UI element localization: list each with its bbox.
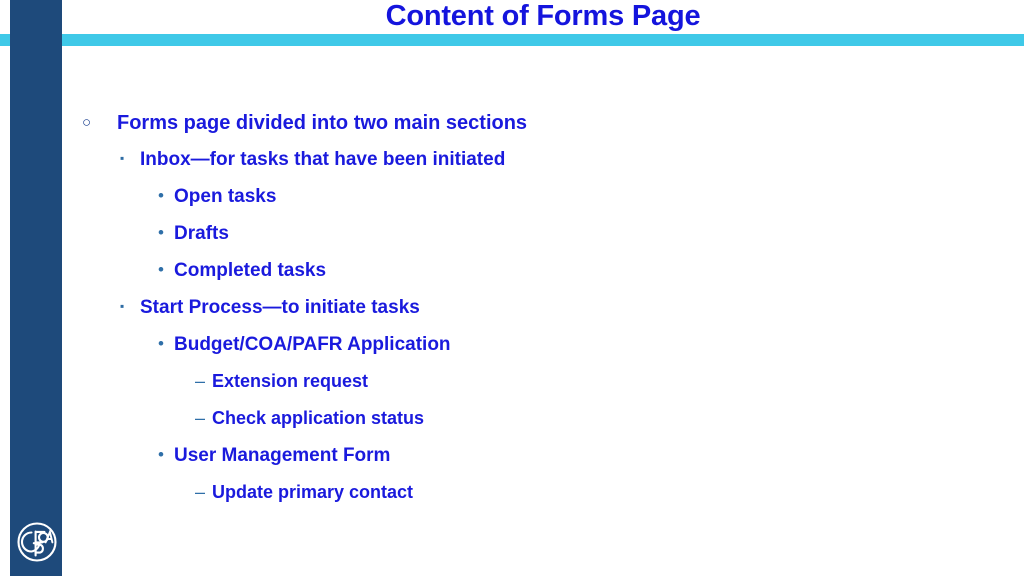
bullet-item-level-1: ○ Forms page divided into two main sectio… [0, 112, 1024, 149]
bullet-text: Check application status [212, 408, 425, 428]
bullet-marker-icon: – [195, 408, 206, 428]
page-title: Content of Forms Page [385, 0, 701, 32]
bullet-item-level-2: ▪ Start Process—to initiate tasks [0, 297, 1024, 334]
bullet-text: Update primary contact [212, 482, 414, 502]
gfoa-logo-mark [17, 522, 57, 562]
bullet-marker-icon: ▪ [120, 151, 125, 165]
bullet-item-level-3: • Completed tasks [0, 260, 1024, 297]
bullet-text: Budget/COA/PAFR Application [174, 334, 451, 355]
bullet-item-level-3: • Budget/COA/PAFR Application [0, 334, 1024, 371]
bullet-marker-icon: – [195, 371, 206, 391]
bullet-marker-icon: • [158, 445, 164, 464]
bullet-marker-icon: – [195, 482, 206, 502]
bullet-text: Completed tasks [174, 260, 327, 281]
bullet-marker-icon: ▪ [120, 299, 125, 313]
bullet-marker-icon: • [158, 260, 164, 279]
bullet-text: User Management Form [174, 445, 391, 466]
accent-bar-decoration [0, 34, 1024, 46]
bullet-text: Extension request [212, 371, 369, 391]
bullet-marker-icon: • [158, 223, 164, 242]
bullet-item-level-3: • User Management Form [0, 445, 1024, 482]
bullet-text: Forms page divided into two main section… [117, 112, 528, 134]
bullet-text: Inbox—for tasks that have been initiated [140, 149, 506, 170]
gfoa-logo [14, 519, 60, 565]
bullet-item-level-3: • Open tasks [0, 186, 1024, 223]
bullet-text: Open tasks [174, 186, 277, 207]
bullet-item-level-3: • Drafts [0, 223, 1024, 260]
bullet-item-level-4: – Check application status [0, 408, 1024, 445]
bullet-text: Drafts [174, 223, 229, 244]
bullet-item-level-2: ▪ Inbox—for tasks that have been initiate… [0, 149, 1024, 186]
bullet-item-level-4: – Update primary contact [0, 482, 1024, 519]
bullet-marker-icon: • [158, 186, 164, 205]
slide-canvas: Content of Forms Page ○ Forms page divide… [0, 0, 1024, 576]
bullet-marker-icon: • [158, 334, 164, 353]
bullet-text: Start Process—to initiate tasks [140, 297, 420, 318]
bullet-item-level-4: – Extension request [0, 371, 1024, 408]
bullet-marker-icon: ○ [82, 114, 92, 131]
bullet-list: ○ Forms page divided into two main sectio… [0, 112, 1024, 519]
